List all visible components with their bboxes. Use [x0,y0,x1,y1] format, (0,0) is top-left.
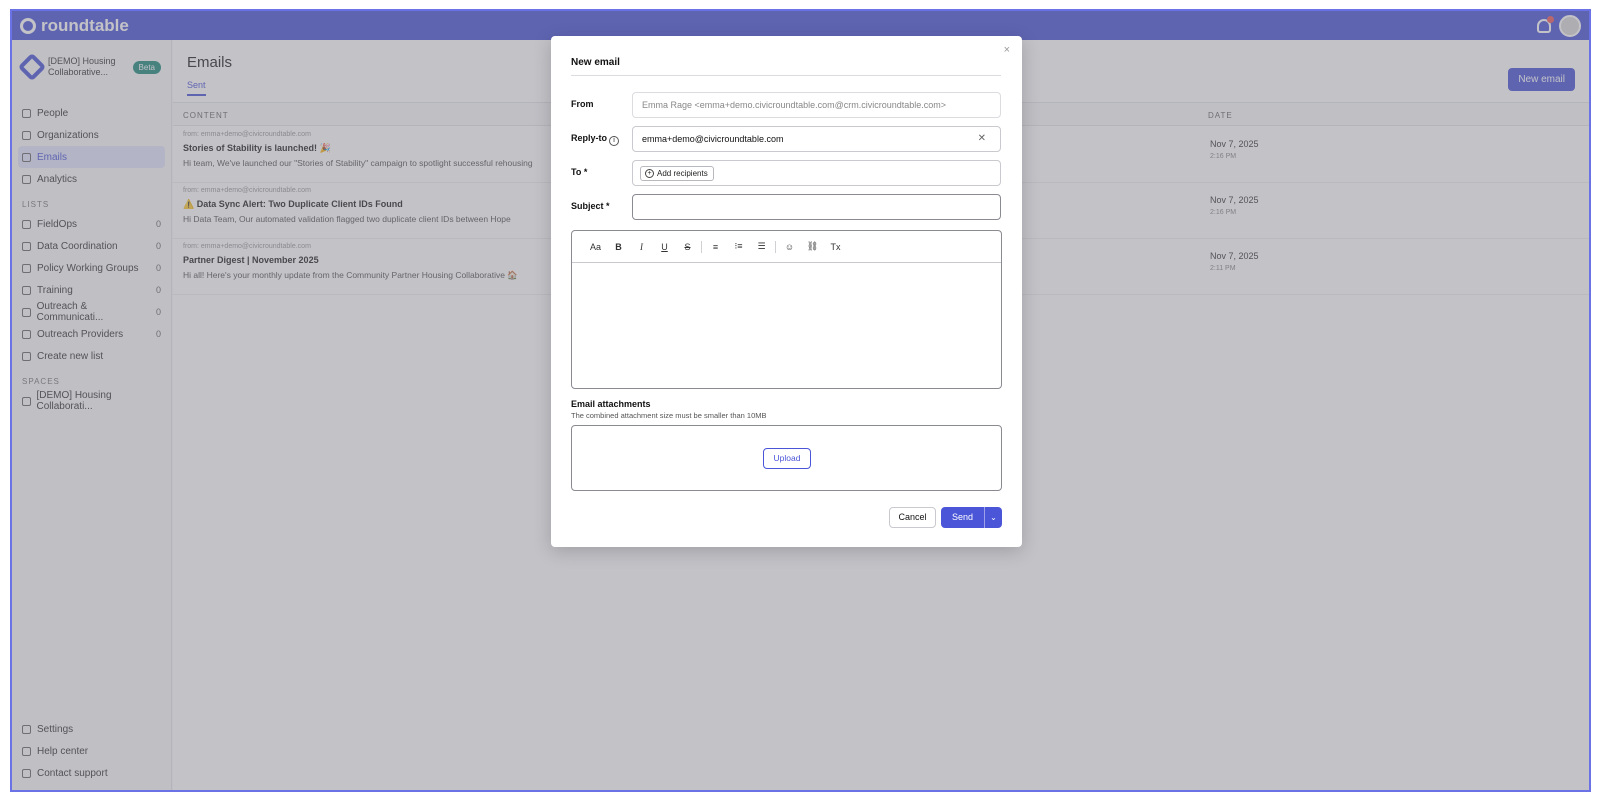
reply-to-field[interactable]: emma+demo@civicroundtable.com ✕ [632,126,1001,152]
toolbar-divider [701,240,702,253]
reply-to-value: emma+demo@civicroundtable.com [642,134,784,144]
send-button-group: Send ⌄ [941,507,1002,528]
to-label: To * [571,167,588,177]
subject-label: Subject * [571,201,610,211]
bold-icon[interactable]: B [607,242,630,252]
attachment-dropzone[interactable]: Upload [571,425,1002,491]
plus-circle-icon: + [645,169,654,178]
emoji-icon[interactable]: ☺ [778,242,801,252]
underline-icon[interactable]: U [653,242,676,252]
from-label: From [571,99,594,109]
email-body-editor[interactable]: Aa B I U S ≡ ⁝≡ ☰ ☺ ⛓ Tx [571,230,1002,389]
close-icon[interactable]: × [1004,44,1010,56]
add-recipients-button[interactable]: + Add recipients [640,166,714,181]
toolbar-divider [775,240,776,253]
strikethrough-icon[interactable]: S [676,242,699,252]
to-field[interactable]: + Add recipients [632,160,1001,186]
add-recipients-label: Add recipients [657,169,708,178]
attachments-hint: The combined attachment size must be sma… [571,411,767,420]
clear-icon[interactable]: ✕ [978,133,986,144]
subject-input[interactable] [632,194,1001,220]
info-icon[interactable]: i [609,136,619,146]
from-value: Emma Rage <emma+demo.civicroundtable.com… [642,100,947,110]
italic-icon[interactable]: I [630,242,653,252]
cancel-button[interactable]: Cancel [889,507,936,528]
divider [571,75,1001,76]
ordered-list-icon[interactable]: ⁝≡ [727,241,750,252]
editor-toolbar: Aa B I U S ≡ ⁝≡ ☰ ☺ ⛓ Tx [572,231,1001,263]
reply-to-label-text: Reply-to [571,133,607,143]
chevron-down-icon[interactable]: ⌄ [984,507,1002,528]
link-icon[interactable]: ⛓ [801,241,824,252]
attachments-title: Email attachments [571,399,651,409]
dialog-title: New email [571,57,620,68]
bullet-list-icon[interactable]: ☰ [750,241,773,252]
upload-button[interactable]: Upload [763,448,811,469]
clear-format-icon[interactable]: Tx [824,242,847,252]
font-size-icon[interactable]: Aa [584,242,607,252]
from-field: Emma Rage <emma+demo.civicroundtable.com… [632,92,1001,118]
send-button[interactable]: Send [941,507,984,528]
new-email-dialog: × New email From Emma Rage <emma+demo.ci… [551,36,1022,547]
align-icon[interactable]: ≡ [704,242,727,252]
reply-to-label: Reply-to i [571,133,619,146]
